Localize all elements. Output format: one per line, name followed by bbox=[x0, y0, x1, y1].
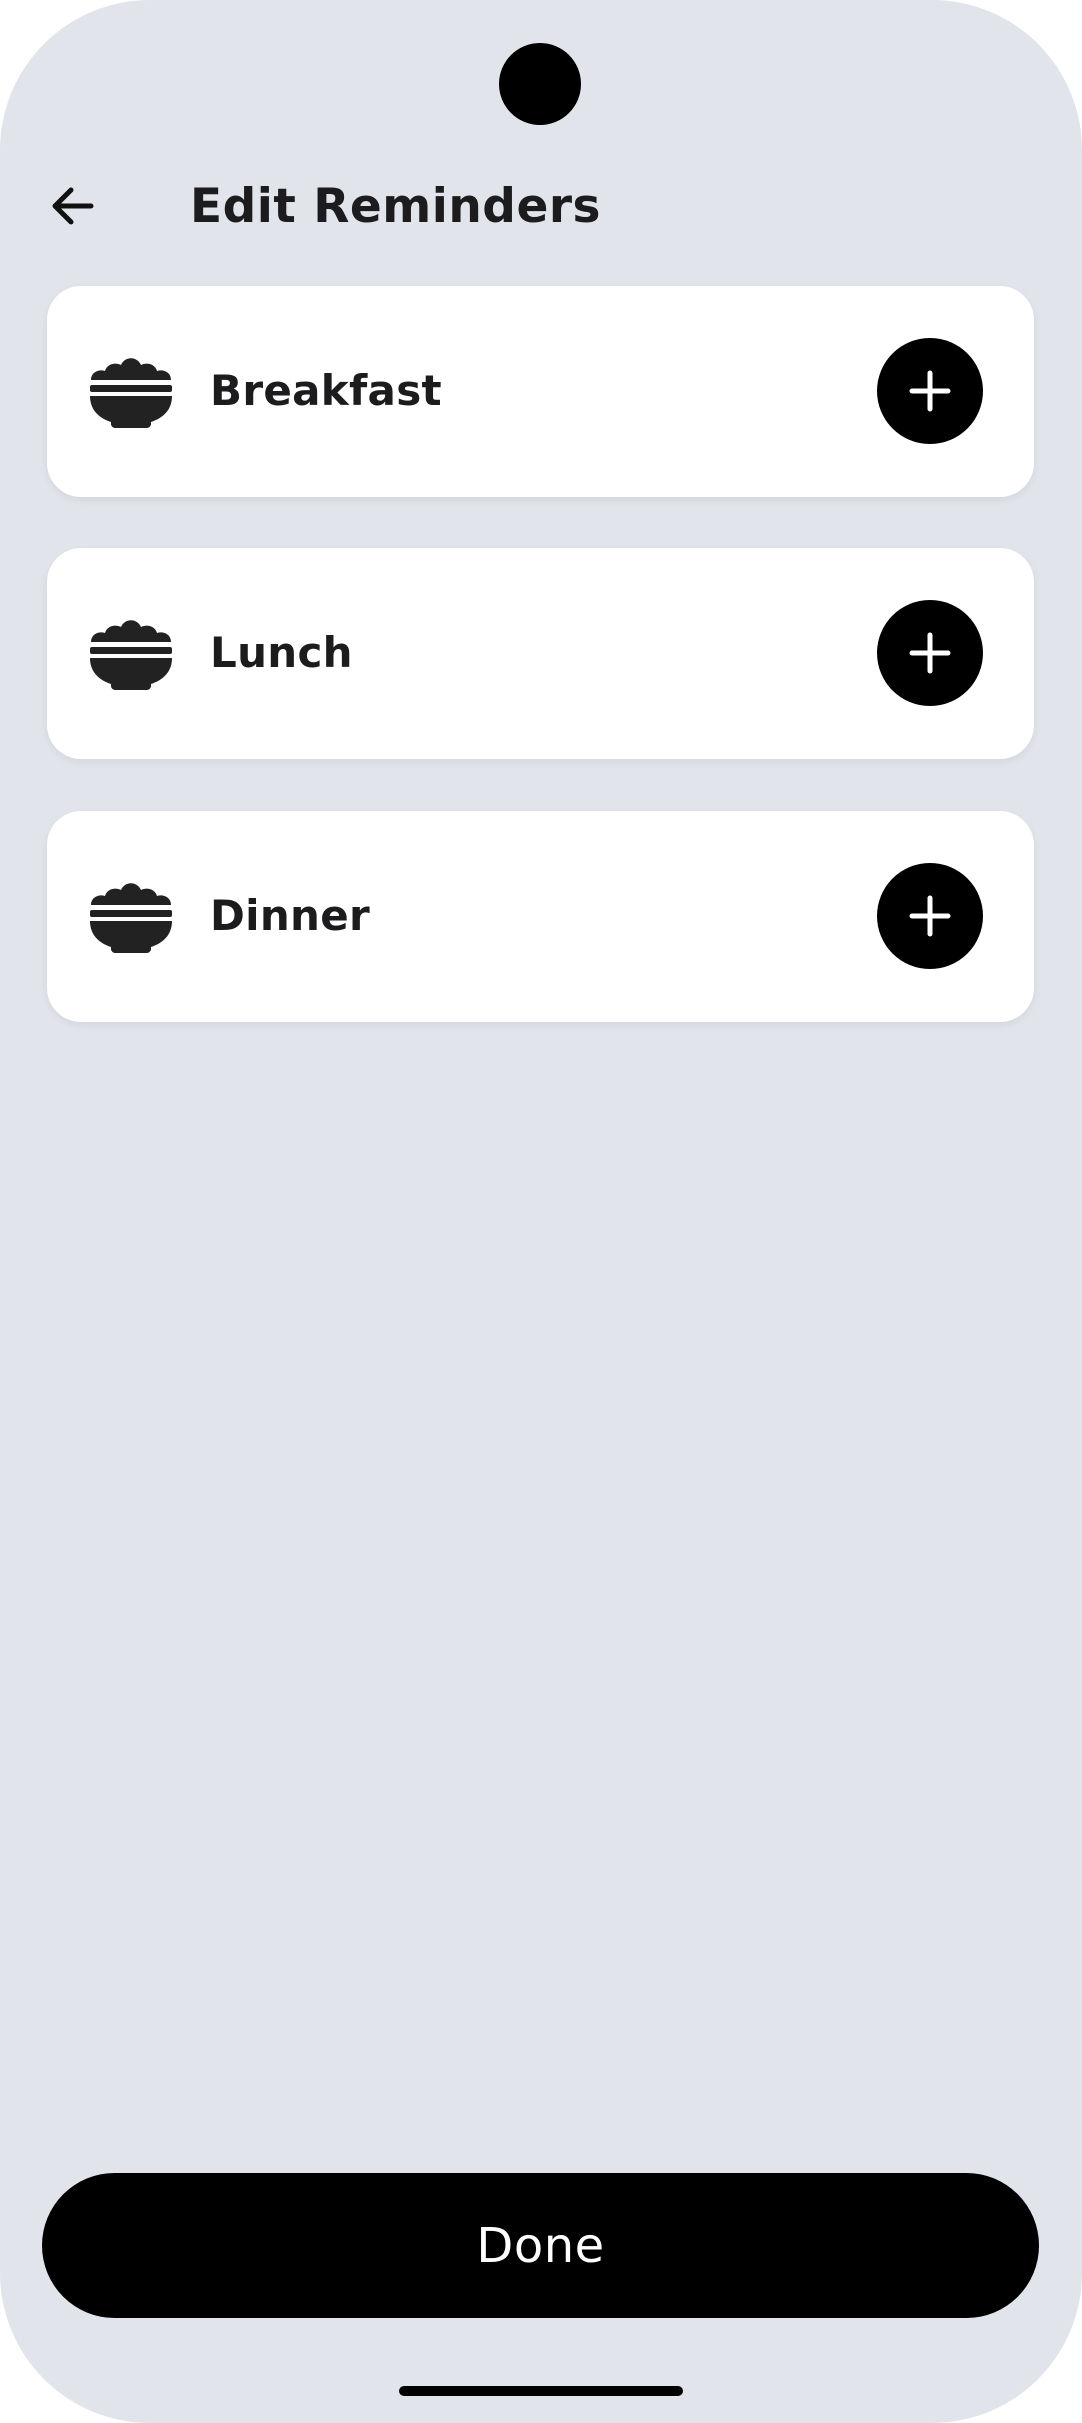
rice-bowl-icon bbox=[90, 358, 172, 428]
meal-card-lunch: Lunch bbox=[47, 548, 1034, 759]
add-breakfast-reminder-button[interactable] bbox=[877, 338, 983, 444]
rice-bowl-icon bbox=[90, 620, 172, 690]
back-button[interactable] bbox=[46, 176, 98, 236]
meal-card-breakfast: Breakfast bbox=[47, 286, 1034, 497]
meal-card-dinner: Dinner bbox=[47, 811, 1034, 1022]
meal-label: Dinner bbox=[210, 891, 371, 940]
phone-screen: Edit Reminders Breakfast Lunch Dinner Do… bbox=[0, 0, 1082, 2423]
plus-icon bbox=[909, 632, 951, 674]
plus-icon bbox=[909, 895, 951, 937]
home-indicator[interactable] bbox=[399, 2386, 683, 2396]
plus-icon bbox=[909, 370, 951, 412]
arrow-left-icon bbox=[52, 187, 94, 225]
add-lunch-reminder-button[interactable] bbox=[877, 600, 983, 706]
page-title: Edit Reminders bbox=[190, 179, 601, 234]
meal-label: Lunch bbox=[210, 628, 353, 677]
meal-label: Breakfast bbox=[210, 366, 442, 415]
add-dinner-reminder-button[interactable] bbox=[877, 863, 983, 969]
rice-bowl-icon bbox=[90, 883, 172, 953]
front-camera bbox=[499, 43, 581, 125]
done-button[interactable]: Done bbox=[42, 2173, 1039, 2318]
